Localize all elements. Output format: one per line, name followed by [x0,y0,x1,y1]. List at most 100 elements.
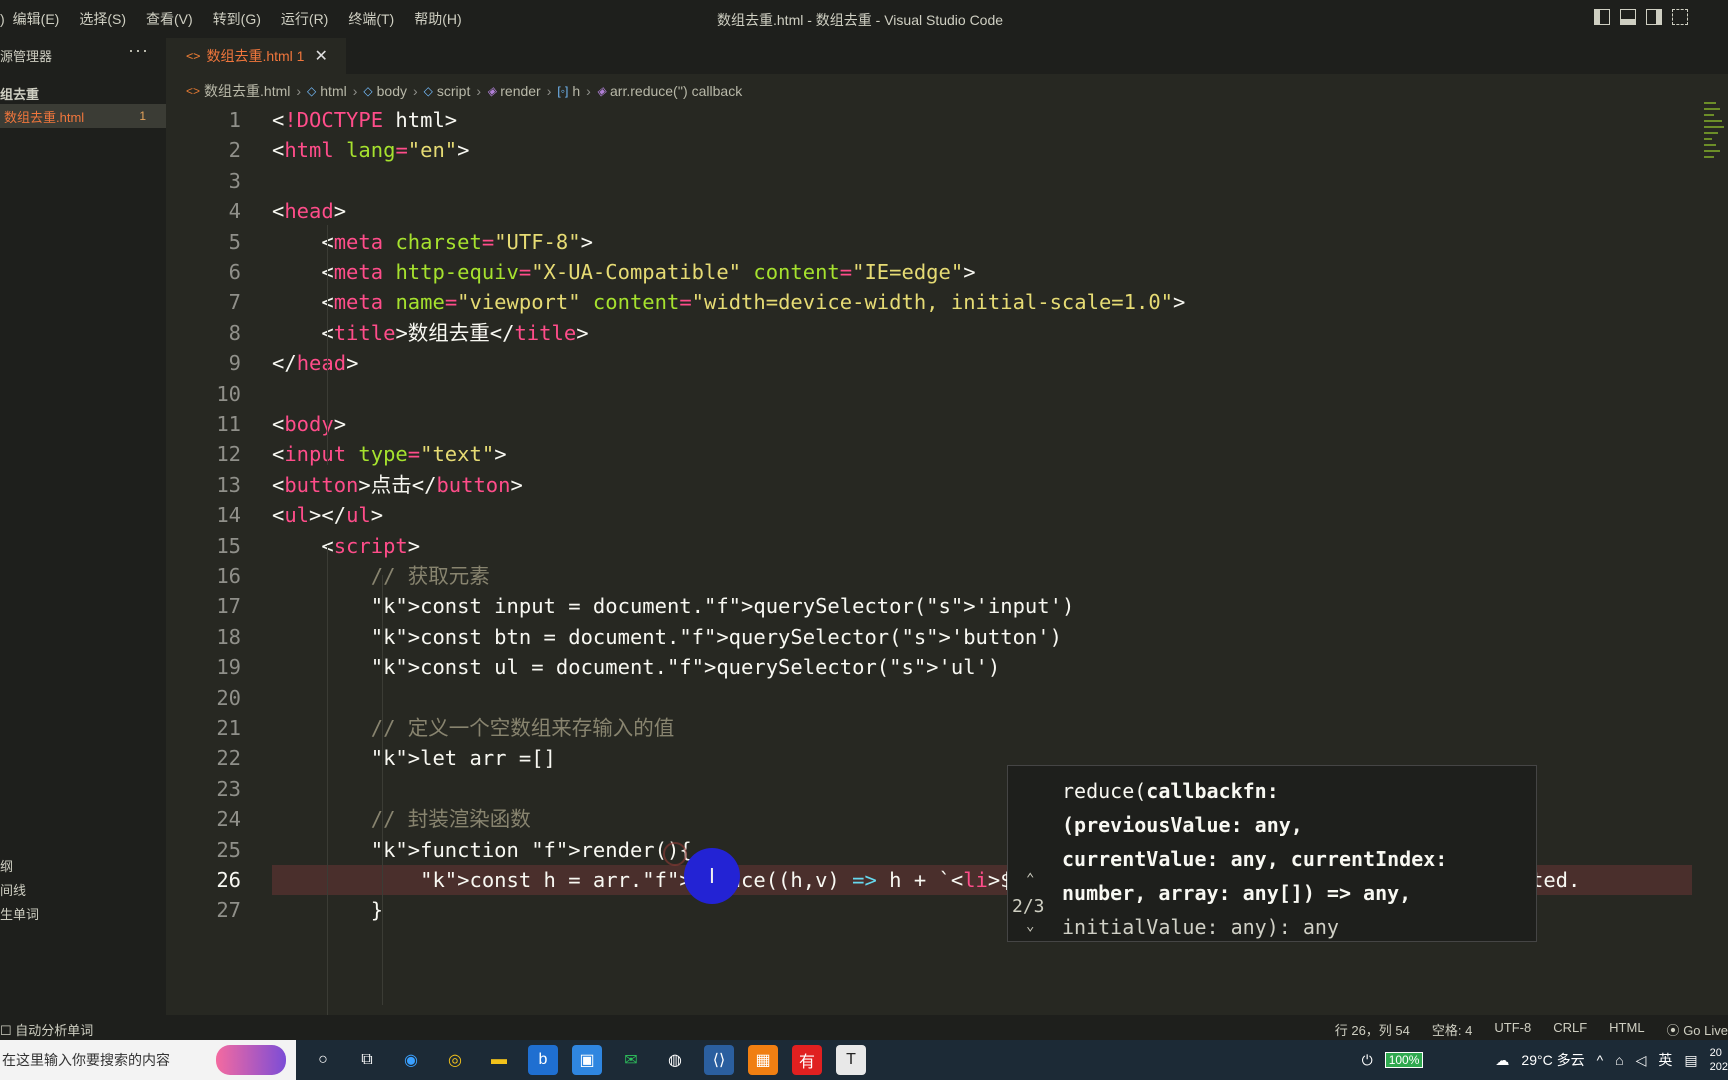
breadcrumb: <> 数组去重.html › ◇ html › ◇ body › ◇ scrip… [186,80,742,102]
file-explorer-icon[interactable]: ▬ [484,1045,514,1075]
obs-icon[interactable]: ◍ [660,1045,690,1075]
explorer-folder[interactable]: 组去重 [0,84,39,103]
vscode-icon[interactable]: ⟨⟩ [704,1045,734,1075]
code-line[interactable]: 8 <title>数组去重</title> [166,318,1694,348]
toggle-primary-sidebar-icon[interactable] [1594,9,1610,25]
words-panel-header[interactable]: 生单词 [0,904,39,923]
weather-text[interactable]: 29°C 多云 [1521,1050,1584,1070]
system-tray: ⏻ 100% ☁ 29°C 多云 ^ ⌂ ◁ 英 ▤ 20 202 [1362,1040,1728,1080]
menu-terminal[interactable]: 终端(T) [348,9,394,29]
code-line[interactable]: 21 // 定义一个空数组来存输入的值 [166,713,1694,743]
chevron-right-icon: › [586,83,591,99]
window-title: 数组去重.html - 数组去重 - Visual Studio Code [717,12,1004,28]
network-icon[interactable]: ⌂ [1615,1052,1623,1068]
edge-icon[interactable]: ◉ [396,1045,426,1075]
code-line[interactable]: 17 "k">const input = document."f">queryS… [166,591,1694,621]
cortana-icon[interactable]: ○ [308,1045,338,1075]
volume-icon[interactable]: ◁ [1636,1052,1647,1069]
toggle-panel-icon[interactable] [1620,9,1636,25]
line-number: 10 [216,381,241,406]
chevron-up-icon[interactable]: ⌃ [1026,871,1034,887]
signature-line-4: number, array: any[]) => any, [1062,881,1412,905]
tab-active-file[interactable]: <> 数组去重.html 1 ✕ [166,38,346,74]
status-left[interactable]: ☐ 自动分析单词 [0,1020,93,1039]
code-line[interactable]: 6 <meta http-equiv="X-UA-Compatible" con… [166,257,1694,287]
code-line[interactable]: 7 <meta name="viewport" content="width=d… [166,287,1694,317]
line-ending[interactable]: CRLF [1553,1020,1587,1039]
code-line[interactable]: 14 <ul></ul> [166,500,1694,530]
variable-icon: [◦] [557,84,569,98]
code-line[interactable]: 4 <head> [166,196,1694,226]
breadcrumb-script[interactable]: script [437,83,470,99]
notification-icon[interactable]: ▤ [1684,1052,1697,1069]
blue-app-icon[interactable]: b [528,1045,558,1075]
code-line[interactable]: 13 <button>点击</button> [166,470,1694,500]
code-line[interactable]: 12 <input type="text"> [166,439,1694,469]
code-line[interactable]: 11 <body> [166,409,1694,439]
code-text: // 封装渲染函数 [272,807,531,832]
code-line[interactable]: 10 [166,379,1694,409]
breadcrumb-file[interactable]: 数组去重.html [204,81,290,101]
menu-go[interactable]: 转到(G) [213,9,261,29]
typora-icon[interactable]: T [836,1045,866,1075]
customize-layout-icon[interactable] [1672,9,1688,25]
breadcrumb-h[interactable]: h [572,83,580,99]
chrome-icon[interactable]: ◎ [440,1045,470,1075]
cursor-position[interactable]: 行 26，列 54 [1335,1020,1410,1039]
indentation[interactable]: 空格: 4 [1432,1020,1472,1039]
code-text: <meta charset="UTF-8"> [272,229,593,254]
code-text: <meta http-equiv="X-UA-Compatible" conte… [272,260,976,284]
line-number: 9 [228,351,241,376]
code-line[interactable]: 19 "k">const ul = document."f">querySele… [166,652,1694,682]
indent-guide [327,225,328,465]
store-icon[interactable]: ▣ [572,1045,602,1075]
explorer-more-icon[interactable]: ··· [128,40,149,61]
code-line[interactable]: 15 <script> [166,531,1694,561]
close-icon[interactable]: ✕ [314,46,327,66]
code-line[interactable]: 1 <!DOCTYPE html> [166,105,1694,135]
battery-indicator[interactable]: 100% [1384,1052,1424,1068]
breadcrumb-render[interactable]: render [500,83,540,99]
menu-help[interactable]: 帮助(H) [414,9,461,29]
element-icon: ◇ [423,84,433,98]
menu-view[interactable]: 查看(V) [146,9,193,29]
wechat-icon[interactable]: ✉ [616,1045,646,1075]
breadcrumb-body[interactable]: body [377,83,407,99]
toggle-secondary-sidebar-icon[interactable] [1646,9,1662,25]
explorer-file-name: 数组去重.html [4,109,85,125]
youdao-icon[interactable]: 有 [792,1045,822,1075]
orange-app-icon[interactable]: ▦ [748,1045,778,1075]
chevron-up-icon[interactable]: ^ [1597,1052,1604,1068]
line-number: 23 [216,776,241,801]
task-view-icon[interactable]: ⧉ [352,1045,382,1075]
broadcast-icon: ⦿ [1666,1023,1680,1038]
code-line[interactable]: 16 // 获取元素 [166,561,1694,591]
breadcrumb-html[interactable]: html [320,83,346,99]
code-text: "k">const input = document."f">querySele… [370,594,1075,619]
signature-active-param: callbackfn: [1146,779,1279,803]
code-line[interactable]: 5 <meta charset="UTF-8"> [166,227,1694,257]
code-line[interactable]: 18 "k">const btn = document."f">querySel… [166,622,1694,652]
menu-selection[interactable]: 选择(S) [79,9,126,29]
encoding[interactable]: UTF-8 [1494,1020,1531,1039]
breadcrumb-callback[interactable]: arr.reduce('') callback [610,83,742,99]
minimap[interactable] [1700,100,1728,180]
explorer-file-item[interactable]: 数组去重.html 1 [0,104,166,128]
language-mode[interactable]: HTML [1609,1020,1644,1039]
timeline-panel-header[interactable]: 间线 [0,880,26,899]
menu-edit[interactable]: 编辑(E) [13,9,60,29]
menu-run[interactable]: 运行(R) [281,9,328,29]
code-line[interactable]: 9 </head> [166,348,1694,378]
search-placeholder: 在这里输入你要搜索的内容 [2,1052,170,1068]
signature-line-5: initialValue: any): any [1062,915,1339,939]
code-line[interactable]: 2 <html lang="en"> [166,135,1694,165]
code-text: "k">const btn = document."f">querySelect… [370,624,1062,649]
code-line[interactable]: 3 [166,166,1694,196]
input-method[interactable]: 英 [1658,1050,1672,1070]
line-number: 11 [216,412,241,436]
clock[interactable]: 20 202 [1710,1046,1728,1074]
code-line[interactable]: 20 [166,683,1694,713]
go-live-button[interactable]: ⦿ Go Live [1667,1020,1728,1039]
chevron-down-icon[interactable]: ⌄ [1026,918,1034,934]
outline-panel-header[interactable]: 纲 [0,856,13,875]
